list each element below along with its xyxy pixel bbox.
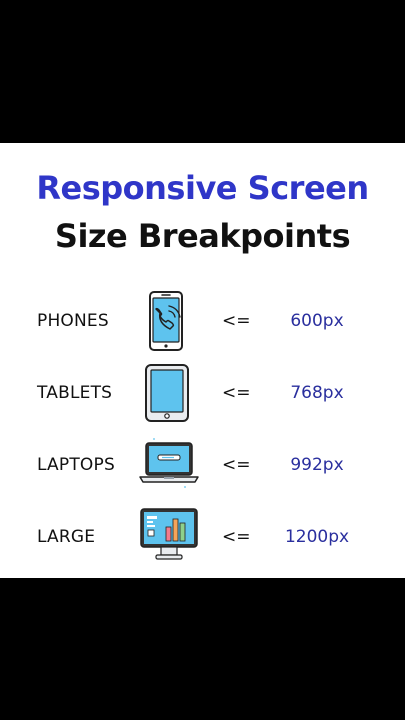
operator: <= [222,527,251,547]
breakpoint-row-tablets: TABLETS <= 768px [0,361,405,425]
operator: <= [222,383,251,403]
breakpoint-value: 600px [290,311,344,331]
breakpoint-value: 1200px [284,527,350,547]
device-label: LAPTOPS [37,455,115,475]
breakpoint-value: 768px [290,383,344,403]
laptop-icon [138,433,200,497]
title-line-2: Size Breakpoints [54,217,351,255]
breakpoint-row-phones: PHONES <= 600px [0,289,405,353]
operator: <= [222,455,251,475]
device-label: PHONES [37,311,109,331]
infographic-card: Responsive Screen Size Breakpoints PHONE… [0,143,405,578]
desktop-monitor-icon [138,505,200,569]
title-line-1: Responsive Screen [36,169,369,207]
video-frame: Responsive Screen Size Breakpoints PHONE… [0,0,405,720]
device-label: TABLETS [37,383,113,403]
device-label: LARGE [37,527,96,547]
breakpoint-row-large: LARGE <= 1200px [0,505,405,569]
operator: <= [222,311,251,331]
tablet-icon [138,361,200,425]
breakpoint-value: 992px [290,455,344,475]
breakpoint-row-laptops: LAPTOPS <= 992px [0,433,405,497]
smartphone-icon [138,289,200,353]
